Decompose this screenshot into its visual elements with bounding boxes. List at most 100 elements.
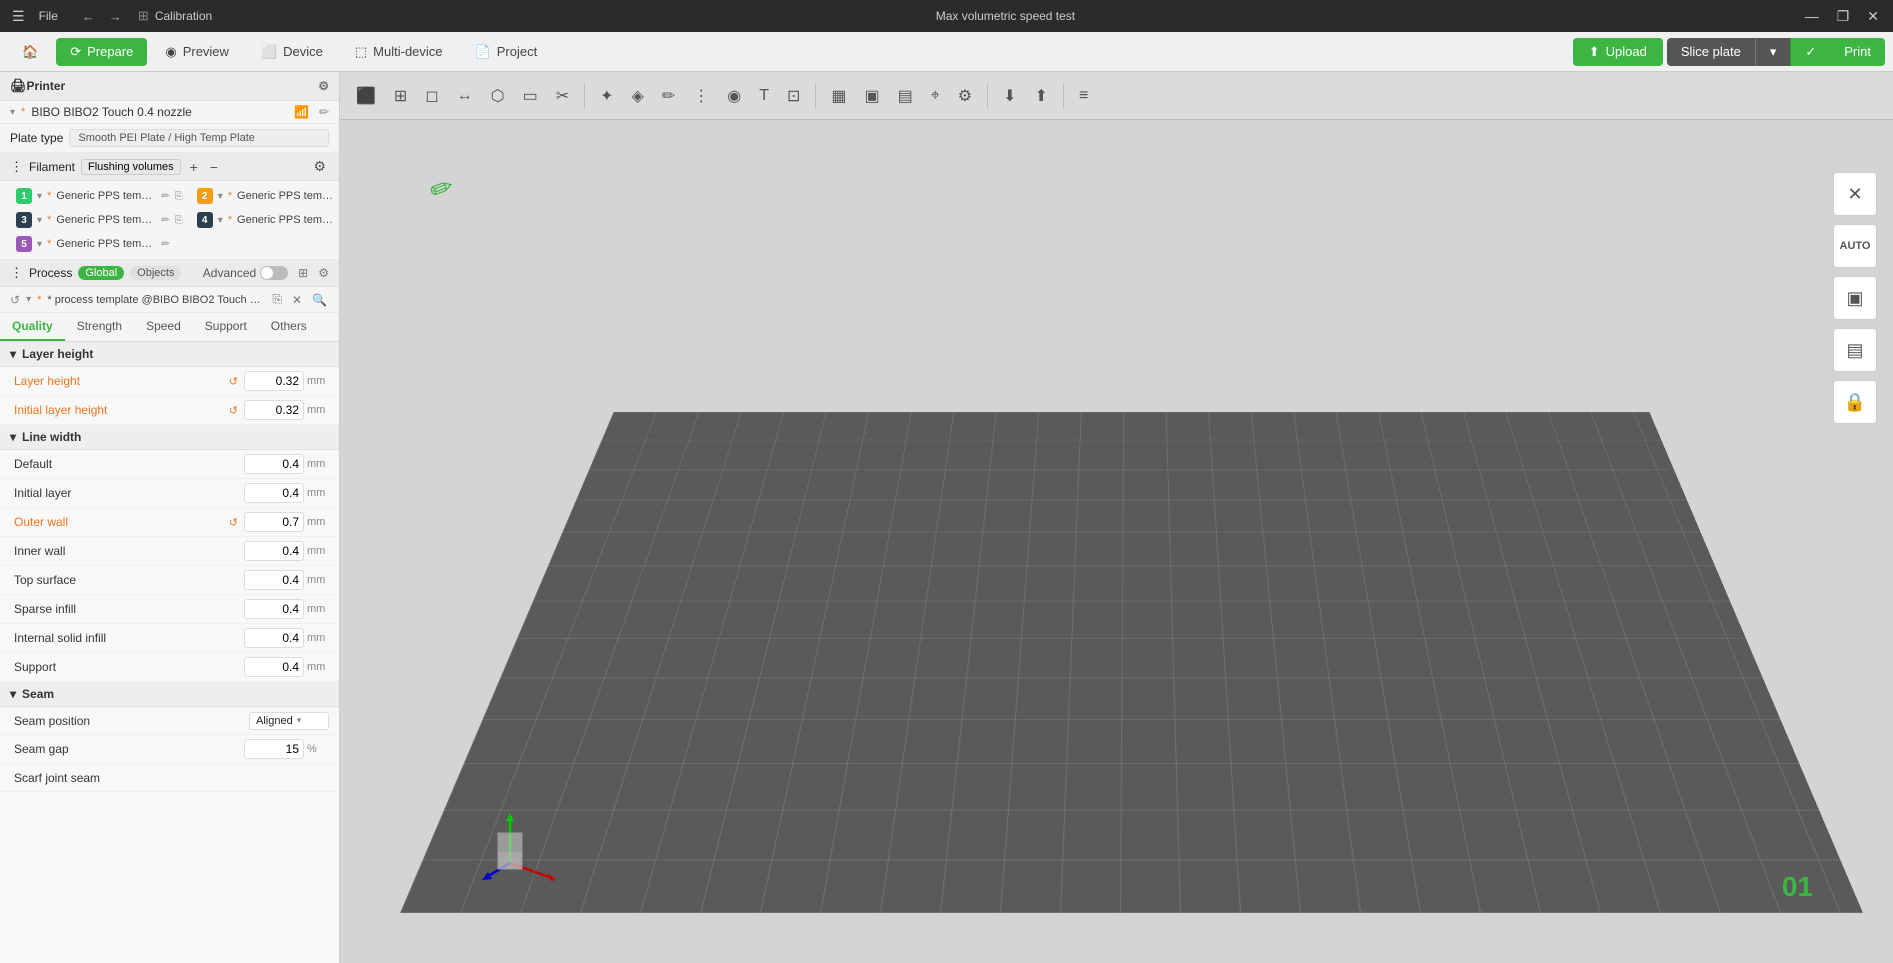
multidevice-nav-tab[interactable]: ⬚ Multi-device — [341, 38, 457, 66]
global-badge[interactable]: Global — [78, 266, 124, 280]
back-button[interactable]: ← — [78, 7, 99, 26]
filament-edit-3[interactable]: ✏ — [161, 215, 169, 226]
vt-export-btn[interactable]: ⬆ — [1029, 82, 1054, 110]
process-refresh-icon[interactable]: ↺ — [10, 293, 20, 307]
filament-expand-3: ▾ — [37, 215, 42, 226]
multidevice-label: Multi-device — [373, 44, 442, 59]
outer-wall-input[interactable] — [244, 512, 304, 532]
advanced-toggle[interactable] — [260, 266, 288, 280]
filament-copy-3[interactable]: ⎘ — [175, 215, 183, 226]
side-layout2-btn[interactable]: ▤ — [1833, 328, 1877, 372]
print-button[interactable]: Print — [1830, 38, 1885, 66]
inner-wall-unit: mm — [307, 545, 329, 557]
vt-import-btn[interactable]: ⬇ — [997, 82, 1022, 110]
device-nav-tab[interactable]: ⬜ Device — [247, 38, 337, 66]
seam-collapse-icon[interactable]: ▾ — [10, 687, 16, 701]
side-layout1-btn[interactable]: ▣ — [1833, 276, 1877, 320]
process-close-button[interactable]: ✕ — [290, 293, 304, 307]
layer-height-input[interactable] — [244, 371, 304, 391]
flushing-volumes-button[interactable]: Flushing volumes — [81, 159, 181, 175]
viewport-3d[interactable]: ✏ ✕ AUTO ▣ ▤ 🔒 — [340, 72, 1893, 963]
slice-dropdown-button[interactable]: ▾ — [1755, 38, 1791, 66]
slice-plate-button[interactable]: Slice plate — [1667, 38, 1755, 66]
vt-extra-btn[interactable]: ≡ — [1073, 83, 1094, 109]
vt-fill-btn[interactable]: ◈ — [626, 82, 650, 110]
vt-select-btn[interactable]: ◻ — [419, 82, 444, 110]
objects-badge[interactable]: Objects — [130, 266, 181, 280]
plate-type-value[interactable]: Smooth PEI Plate / High Temp Plate — [69, 129, 329, 147]
process-grid-icon[interactable]: ⊞ — [298, 266, 308, 280]
line-width-default-input[interactable] — [244, 454, 304, 474]
vt-flatten-btn[interactable]: ▭ — [517, 82, 544, 110]
tab-strength[interactable]: Strength — [65, 313, 134, 341]
outer-wall-reset-icon[interactable]: ↺ — [229, 516, 238, 529]
tab-support[interactable]: Support — [193, 313, 259, 341]
prepare-nav-tab[interactable]: ⟳ Prepare — [56, 38, 147, 66]
support-input[interactable] — [244, 657, 304, 677]
layer-height-reset-icon[interactable]: ↺ — [229, 375, 238, 388]
tab-quality[interactable]: Quality — [0, 313, 65, 341]
initial-layer-height-reset-icon[interactable]: ↺ — [229, 404, 238, 417]
vt-text-btn[interactable]: T — [753, 83, 775, 109]
filament-copy-1[interactable]: ⎘ — [175, 191, 183, 202]
initial-layer-height-input[interactable] — [244, 400, 304, 420]
sparse-infill-input[interactable] — [244, 599, 304, 619]
seam-gap-input[interactable] — [244, 739, 304, 759]
vt-grid-btn[interactable]: ⊞ — [388, 82, 413, 110]
line-width-initial-input[interactable] — [244, 483, 304, 503]
printer-edit-icon[interactable]: ✏ — [319, 105, 329, 119]
print-check-button[interactable]: ✓ — [1790, 38, 1830, 66]
advanced-label: Advanced — [203, 266, 256, 280]
vt-orient-btn[interactable]: ⬡ — [485, 82, 511, 110]
minimize-button[interactable]: — — [1799, 6, 1825, 26]
maximize-button[interactable]: ❐ — [1831, 6, 1856, 27]
vt-arrange-btn[interactable]: ✦ — [594, 82, 619, 110]
line-width-collapse-icon[interactable]: ▾ — [10, 430, 16, 444]
filament-edit-5[interactable]: ✏ — [161, 239, 169, 250]
close-button[interactable]: ✕ — [1861, 6, 1885, 27]
process-copy-button[interactable]: ⎘ — [270, 292, 284, 307]
hamburger-icon[interactable]: ☰ — [8, 6, 29, 27]
vt-preview2-btn[interactable]: ▤ — [892, 82, 919, 110]
printer-name: BIBO BIBO2 Touch 0.4 nozzle — [31, 105, 192, 119]
filament-remove-button[interactable]: − — [207, 159, 221, 175]
top-surface-input[interactable] — [244, 570, 304, 590]
inner-wall-input[interactable] — [244, 541, 304, 561]
tab-speed[interactable]: Speed — [134, 313, 193, 341]
side-auto-btn[interactable]: AUTO — [1833, 224, 1877, 268]
edit-pencil-icon[interactable]: ✏ — [425, 169, 458, 208]
vt-cut-btn[interactable]: ✂ — [550, 82, 575, 110]
preview-nav-tab[interactable]: ◉ Preview — [151, 38, 243, 66]
internal-solid-input[interactable] — [244, 628, 304, 648]
vt-face-btn[interactable]: ◉ — [721, 82, 747, 110]
side-lock-btn[interactable]: 🔒 — [1833, 380, 1877, 424]
printer-gear-icon[interactable]: ⚙ — [318, 79, 329, 93]
multidevice-icon: ⬚ — [355, 44, 367, 60]
vt-settings2-btn[interactable]: ⚙ — [952, 82, 978, 110]
vt-cube-btn[interactable]: ⬛ — [350, 82, 382, 110]
filament-edit-1[interactable]: ✏ — [161, 191, 169, 202]
vt-measure-btn[interactable]: ⌖ — [925, 83, 946, 109]
vt-slice-btn[interactable]: ▣ — [859, 82, 886, 110]
side-close-btn[interactable]: ✕ — [1833, 172, 1877, 216]
process-search-button[interactable]: 🔍 — [310, 293, 329, 307]
home-nav-tab[interactable]: 🏠 — [8, 38, 52, 66]
group-collapse-icon[interactable]: ▾ — [10, 347, 16, 361]
vt-fdm-btn[interactable]: ⊡ — [781, 82, 806, 110]
printer-expand-icon[interactable]: ▾ — [10, 107, 15, 118]
forward-button[interactable]: → — [105, 7, 126, 26]
project-nav-tab[interactable]: 📄 Project — [461, 38, 552, 66]
filament-num-2: 2 — [197, 188, 213, 204]
vt-move-btn[interactable]: ↔ — [451, 83, 479, 109]
upload-button[interactable]: ⬆ Upload — [1573, 38, 1663, 66]
vt-layer-btn[interactable]: ▦ — [825, 82, 852, 110]
file-menu-item[interactable]: File — [31, 6, 66, 26]
printer-header-icon: 🖨 — [10, 78, 27, 94]
filament-gear-icon[interactable]: ⚙ — [310, 158, 329, 175]
vt-support-btn[interactable]: ⋮ — [687, 82, 715, 110]
vt-paint-btn[interactable]: ✏ — [656, 82, 681, 110]
filament-add-button[interactable]: + — [187, 159, 201, 175]
process-settings-icon[interactable]: ⚙ — [318, 266, 329, 280]
tab-others[interactable]: Others — [259, 313, 319, 341]
seam-position-dropdown[interactable]: Aligned ▾ — [249, 712, 329, 730]
